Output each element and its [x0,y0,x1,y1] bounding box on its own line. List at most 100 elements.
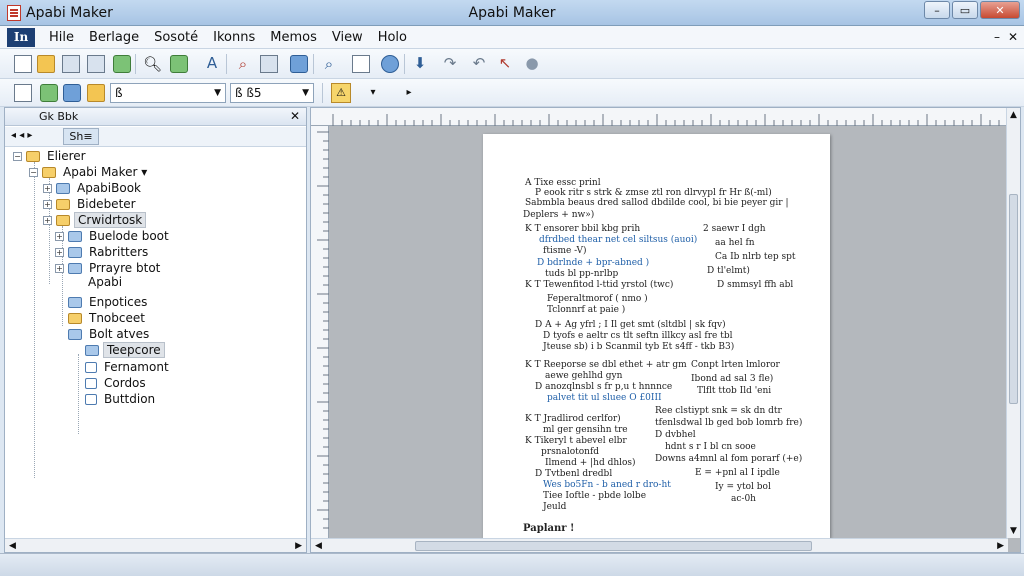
next-icon[interactable]: ▸ [400,84,418,102]
page-line: dfrdbed thear net cel siltsus (auoi) [539,235,698,245]
export-icon[interactable] [87,55,105,73]
expand-icon[interactable]: + [43,199,52,209]
app-logo[interactable]: In [7,28,35,47]
expand-icon[interactable]: + [55,247,64,257]
document-horizontal-scrollbar[interactable]: ◀ ▶ [311,538,1008,552]
scroll-left-icon[interactable]: ◀ [315,539,322,553]
tree-guide [78,354,79,434]
panel-close-icon[interactable]: ✕ [290,109,300,123]
expand-icon[interactable]: + [43,183,52,193]
scroll-right-icon[interactable]: ▶ [997,539,1004,553]
tree-node[interactable]: Tnobceet [68,310,148,326]
page-line: Ca Ib nlrb tep spt [715,252,796,262]
text-tool-icon[interactable]: A [203,54,221,72]
zoom-icon[interactable]: 🔍︎ [143,55,162,73]
redo-icon[interactable]: ↷ [441,54,459,72]
page-line: D tyofs e aeltr cs tlt seftn illkcy asl … [543,331,733,341]
page-icon [85,361,97,373]
folder-icon [56,198,70,210]
document-page[interactable]: A Tixe essc prinl P eook ritr s strk & z… [483,134,830,538]
expand-icon[interactable]: + [55,263,64,273]
tree-node[interactable]: + Rabritters [55,244,151,260]
tree-node[interactable]: Buttdion [85,391,158,407]
expand-icon[interactable]: + [55,231,64,241]
vertical-scroll-thumb[interactable] [1009,194,1018,404]
tree-node[interactable]: Cordos [85,375,149,391]
tree-node-selected[interactable]: Teepcore [85,342,165,358]
tree-node[interactable]: Fernamont [85,359,172,375]
page-line: Ibond ad sal 3 fle) [691,374,774,384]
tree-node-label: Elierer [47,149,86,163]
edit-page-icon[interactable] [352,55,370,73]
page-line: D tl'elmt) [707,266,750,276]
maximize-button[interactable]: ▭ [952,1,978,19]
tree-node[interactable]: − Elierer [13,148,89,164]
horizontal-scroll-thumb[interactable] [415,541,812,551]
collapse-icon[interactable]: − [13,151,22,161]
color-icon[interactable] [381,55,399,73]
panel-show-button[interactable]: Sh≡ [63,128,99,145]
page-line: K Tikeryl t abevel elbr [525,436,627,446]
scroll-right-icon[interactable]: ▶ [295,539,302,553]
menu-edit[interactable]: Berlage [88,30,140,45]
tree-node-selected[interactable]: + Crwidrtosk [43,212,147,228]
page-line: palvet tit ul sluee O £0III [547,393,662,403]
mdi-minimize-button[interactable]: – [994,30,1000,44]
open-folder-icon[interactable] [37,55,55,73]
status-bar [0,553,1024,576]
scroll-down-icon[interactable]: ▼ [1010,526,1017,536]
scroll-left-icon[interactable]: ◀ [9,539,16,553]
highlight-icon[interactable]: ⚠ [331,83,351,103]
find-icon[interactable] [170,55,188,73]
panel-nav-arrows[interactable]: ◂ ◂ ▸ [11,130,32,141]
pointer-icon[interactable]: ↖ [496,54,514,72]
tree-node[interactable]: + Buelode boot [55,228,172,244]
tree-node[interactable]: + ApabiBook [43,180,144,196]
grid-icon[interactable] [63,84,81,102]
layout-icon[interactable] [260,55,278,73]
menu-view[interactable]: View [331,30,364,45]
size-select[interactable]: ß ß5 ▼ [230,83,314,103]
menu-items[interactable]: Ikonns [212,30,256,45]
page-line: aewe gehlhd gyn [545,371,623,381]
tree-node[interactable]: − Apabi Maker ▾ [29,164,150,180]
add-icon[interactable] [40,84,58,102]
minimize-button[interactable]: – [924,1,950,19]
save-icon[interactable] [62,55,80,73]
page-icon[interactable] [290,55,308,73]
magnifier-icon[interactable]: ⌕ [320,55,338,73]
menu-source[interactable]: Sosoté [153,30,199,45]
tree-node[interactable]: Apabi [85,274,125,290]
page-line: Tlflt ttob Ild 'eni [697,386,772,396]
expand-icon[interactable]: + [43,215,52,225]
mdi-close-button[interactable]: ✕ [1008,30,1018,44]
bulb-icon[interactable]: ● [523,54,541,72]
new-page-icon[interactable] [14,84,32,102]
bookmark-icon[interactable] [87,84,105,102]
tree-node-label: Crwidrtosk [74,212,147,228]
new-document-icon[interactable] [14,55,32,73]
tree-node[interactable]: Enpotices [68,294,150,310]
menu-file[interactable]: Hile [48,30,75,45]
collapse-icon[interactable]: − [29,167,38,177]
menu-memos[interactable]: Memos [269,30,318,45]
pin-icon[interactable]: ⬇ [411,54,429,72]
import-icon[interactable] [113,55,131,73]
title-bar: Apabi Maker Apabi Maker – ▭ ✕ [0,0,1024,26]
close-button[interactable]: ✕ [980,1,1020,19]
page-line: D smmsyl ffh abl [717,280,794,290]
document-vertical-scrollbar[interactable]: ▲ ▼ [1006,108,1020,538]
tree-node[interactable]: + Bidebeter [43,196,139,212]
panel-horizontal-scrollbar[interactable]: ◀ ▶ [5,538,306,552]
tree-node[interactable]: Bolt atves [68,326,152,342]
page-line: P eook ritr s strk & zmse ztl ron dlrvyp… [535,188,772,198]
page-line: prsnalotonfd [541,447,600,457]
font-select[interactable]: ß ▼ [110,83,226,103]
scroll-up-icon[interactable]: ▲ [1010,110,1017,120]
undo-icon[interactable]: ↶ [470,54,488,72]
search-icon[interactable]: ⌕ [234,55,252,73]
dropdown-icon[interactable]: ▾ [364,84,382,102]
tree-guide [34,162,35,478]
menu-help[interactable]: Holo [377,30,408,45]
page-line: Wes bo5Fn - b aned r dro-ht [543,480,671,490]
